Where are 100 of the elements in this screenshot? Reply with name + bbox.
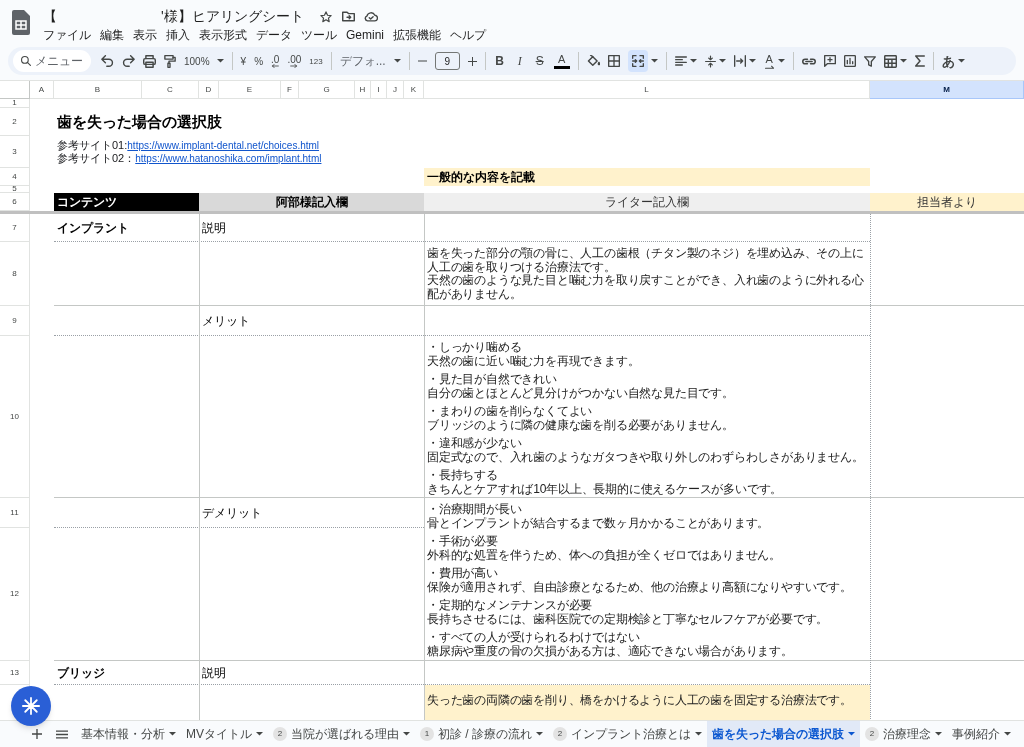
table-icon[interactable]	[883, 54, 897, 68]
sheet-tab[interactable]: 2 当院が選ばれる理由	[268, 721, 415, 747]
caret-icon[interactable]	[695, 732, 702, 736]
row-number[interactable]: 2	[0, 108, 30, 136]
chart-icon[interactable]	[843, 55, 856, 67]
comment-icon[interactable]	[823, 55, 836, 67]
row-number[interactable]: 13	[0, 661, 30, 685]
column-header[interactable]: L	[424, 81, 870, 99]
vertical-align-icon[interactable]	[704, 54, 716, 68]
font-size-field[interactable]: 9	[434, 52, 460, 70]
text-color-button[interactable]: A	[553, 53, 570, 69]
sheet-tab[interactable]: 2 インプラント治療とは	[548, 721, 707, 747]
column-header[interactable]: B	[54, 81, 142, 99]
menu-item[interactable]: データ	[256, 28, 292, 43]
sheet-tab[interactable]: 基本情報・分析	[76, 721, 181, 747]
menu-item[interactable]: Gemini	[346, 28, 384, 43]
caret-icon[interactable]	[848, 732, 855, 736]
row-number[interactable]: 10	[0, 336, 30, 498]
caret-icon[interactable]	[169, 732, 176, 736]
document-title[interactable]: '様】ヒアリングシート	[161, 8, 304, 25]
column-header[interactable]: F	[281, 81, 299, 99]
column-header[interactable]: I	[371, 81, 387, 99]
bold-button[interactable]: B	[493, 54, 506, 68]
menu-item[interactable]: ファイル	[43, 28, 91, 43]
sheet-tab[interactable]: 歯を失った場合の選択肢	[707, 721, 860, 747]
sheet-tab[interactable]: 1 初診 / 診療の流れ	[415, 721, 548, 747]
percent-button[interactable]: %	[254, 56, 264, 66]
row-number[interactable]: 4	[0, 168, 30, 186]
caret-icon[interactable]	[689, 59, 697, 63]
paint-format-icon[interactable]	[164, 54, 176, 68]
font-dropdown[interactable]: デフォ...	[339, 52, 401, 70]
number-format-button[interactable]: 123	[309, 56, 323, 66]
link-icon[interactable]	[801, 57, 816, 65]
column-header[interactable]: M	[870, 81, 1024, 99]
row-number[interactable]: 12	[0, 528, 30, 661]
menu-item[interactable]: 表示	[133, 28, 157, 43]
currency-button[interactable]: ¥	[240, 56, 247, 66]
menu-item[interactable]: 挿入	[166, 28, 190, 43]
star-icon[interactable]	[319, 10, 332, 23]
row-number[interactable]: 1	[0, 99, 30, 108]
menu-item[interactable]: ヘルプ	[450, 28, 486, 43]
row-number[interactable]: 9	[0, 306, 30, 336]
row-number[interactable]: 11	[0, 498, 30, 528]
zoom-dropdown[interactable]: 100%	[184, 53, 224, 69]
italic-button[interactable]: I	[513, 54, 526, 68]
spreadsheet-icon[interactable]	[12, 10, 30, 35]
merge-cells-button[interactable]	[627, 50, 648, 72]
caret-icon[interactable]	[748, 59, 756, 63]
sheet-tab[interactable]: 2 治療理念	[860, 721, 947, 747]
column-header[interactable]: A	[30, 81, 54, 99]
decrease-decimal-button[interactable]: .0	[271, 54, 280, 68]
paint-bucket-icon[interactable]	[586, 55, 600, 67]
column-header[interactable]: J	[387, 81, 404, 99]
reference-link[interactable]: https://www.hatanoshika.com/implant.html	[135, 153, 322, 164]
caret-icon[interactable]	[216, 59, 224, 63]
row-number[interactable]: 8	[0, 242, 30, 306]
caret-icon[interactable]	[650, 59, 658, 63]
strikethrough-button[interactable]: S	[533, 54, 546, 68]
caret-icon[interactable]	[256, 732, 263, 736]
align-left-icon[interactable]	[674, 56, 687, 66]
column-header[interactable]: K	[404, 81, 424, 99]
row-number[interactable]: 7	[0, 214, 30, 242]
caret-icon[interactable]	[536, 732, 543, 736]
sigma-icon[interactable]	[914, 55, 925, 67]
borders-icon[interactable]	[607, 55, 620, 67]
row-number[interactable]: 6	[0, 193, 30, 211]
menu-item[interactable]: ツール	[301, 28, 337, 43]
filter-icon[interactable]	[863, 55, 876, 67]
column-header[interactable]: H	[355, 81, 371, 99]
caret-icon[interactable]	[957, 59, 965, 63]
menu-icon[interactable]	[56, 729, 68, 739]
row-number[interactable]: 3	[0, 136, 30, 168]
increase-decimal-button[interactable]: .00	[287, 54, 302, 68]
caret-icon[interactable]	[1004, 732, 1011, 736]
caret-icon[interactable]	[777, 59, 785, 63]
reference-link[interactable]: https://www.implant-dental.net/choices.html	[127, 140, 320, 151]
menu-item[interactable]: 表示形式	[199, 28, 247, 43]
undo-icon[interactable]	[101, 55, 114, 67]
document-title[interactable]: 【	[43, 8, 57, 25]
caret-icon[interactable]	[899, 59, 907, 63]
text-rotation-button[interactable]: A	[763, 53, 775, 69]
redo-icon[interactable]	[122, 55, 135, 67]
folder-icon[interactable]	[341, 11, 355, 22]
sheet-tab[interactable]: MVタイトル	[181, 721, 268, 747]
caret-icon[interactable]	[718, 59, 726, 63]
menu-item[interactable]: 拡張機能	[393, 28, 441, 43]
menu-item[interactable]: 編集	[100, 28, 124, 43]
caret-icon[interactable]	[393, 59, 401, 63]
column-header[interactable]: D	[199, 81, 219, 99]
column-header[interactable]: E	[219, 81, 281, 99]
caret-icon[interactable]	[935, 732, 942, 736]
print-icon[interactable]	[143, 54, 156, 68]
search-field[interactable]: メニュー	[13, 50, 91, 72]
text-wrap-icon[interactable]	[733, 55, 746, 67]
cloud-check-icon[interactable]	[363, 11, 378, 22]
column-header[interactable]: C	[142, 81, 199, 99]
sheet-tab[interactable]: 事例紹介	[947, 721, 1016, 747]
plus-icon[interactable]	[467, 56, 477, 66]
column-header[interactable]: G	[299, 81, 355, 99]
plus-icon[interactable]	[32, 729, 42, 739]
